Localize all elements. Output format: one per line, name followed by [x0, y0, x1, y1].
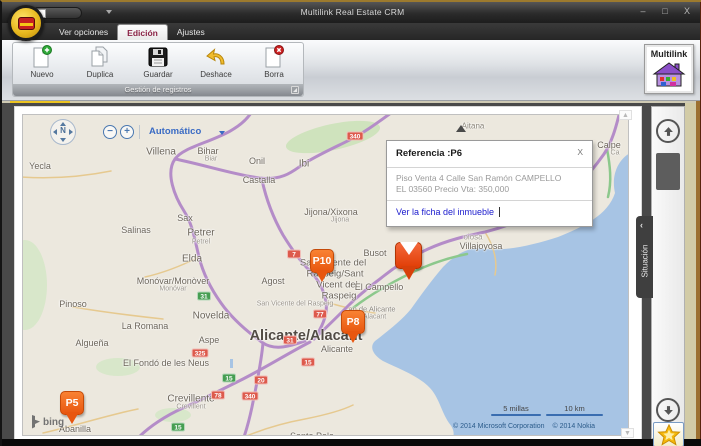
property-infobox: Referencia :P6 X Piso Venta 4 Calle San … [386, 140, 593, 227]
tab-edicion[interactable]: Edición [117, 24, 168, 40]
scroll-down-button[interactable] [656, 398, 680, 422]
property-marker-p8[interactable]: P8 [341, 310, 365, 334]
quick-access-dropdown-icon[interactable] [106, 10, 112, 14]
scroll-up-button[interactable] [656, 119, 680, 143]
maximize-button[interactable]: □ [659, 6, 671, 16]
ribbon-tab-row: Ver opciones Edición Ajustes [2, 23, 701, 40]
borra-button[interactable]: Borra [245, 44, 303, 85]
compass-control[interactable]: N [50, 119, 76, 145]
group-caption: Gestión de registros [13, 84, 303, 96]
nuevo-button[interactable]: Nuevo [13, 44, 71, 85]
new-document-plus-icon [31, 44, 53, 70]
star-icon [656, 423, 681, 446]
ribbon: Nuevo Duplica Guardar Deshace Borra Gest… [2, 40, 701, 101]
situacion-tab-label: Situación [640, 244, 649, 278]
app-logo-icon [17, 16, 35, 30]
duplica-label: Duplica [86, 70, 114, 79]
map-style-dropdown[interactable]: Automático [149, 126, 201, 137]
toolbar-divider [139, 125, 140, 139]
infobox-description: Piso Venta 4 Calle San Ramón CAMPELLO EL… [387, 167, 592, 201]
content-area: Yecla Villena Bihar Biar Onil Ibi Castalla Sax S… [2, 103, 701, 446]
ribbon-group-gestion: Nuevo Duplica Guardar Deshace Borra Gest… [12, 42, 304, 97]
guardar-button[interactable]: Guardar [129, 44, 187, 85]
house-icon [649, 59, 689, 95]
infobox-link[interactable]: Ver la ficha del inmueble [396, 207, 494, 217]
duplicate-document-icon [88, 44, 112, 70]
pan-right-icon [69, 129, 73, 135]
favorite-star-button[interactable] [653, 422, 684, 446]
tab-ajustes[interactable]: Ajustes [168, 24, 214, 40]
property-marker-p5[interactable]: P5 [60, 391, 84, 415]
borra-label: Borra [264, 70, 284, 79]
nuevo-label: Nuevo [30, 70, 54, 79]
text-cursor [499, 207, 501, 217]
bottom-bar [2, 439, 701, 446]
arrow-down-icon [663, 405, 673, 415]
zoom-in-button[interactable]: + [120, 125, 134, 139]
group-caption-label: Gestión de registros [124, 85, 192, 94]
situacion-panel-tab[interactable]: ‹ Situación [636, 216, 653, 298]
app-window: Multilink Real Estate CRM – □ X Ver opci… [0, 0, 701, 446]
mountain-peak-icon [456, 125, 466, 132]
marker-label: P8 [346, 316, 360, 328]
deshace-button[interactable]: Deshace [187, 44, 245, 85]
pan-left-icon [53, 129, 57, 135]
multilink-logo-label: Multilink [650, 49, 688, 59]
scale-miles: 5 millas [491, 404, 541, 416]
scroll-down-chevron-icon[interactable]: ▼ [621, 428, 634, 438]
close-button[interactable]: X [681, 6, 693, 16]
dialog-launcher-icon[interactable] [291, 86, 299, 94]
scale-km: 10 km [546, 404, 603, 416]
delete-document-icon [263, 44, 285, 70]
bing-logo[interactable]: bing [31, 415, 64, 429]
infobox-description-line1: Piso Venta 4 Calle San Ramón CAMPELLO [396, 173, 562, 183]
map-copyright: © 2014 Microsoft Corporation © 2014 Nokia [453, 423, 596, 430]
duplica-button[interactable]: Duplica [71, 44, 129, 85]
infobox-close-button[interactable]: X [577, 147, 583, 157]
arrow-up-icon [663, 126, 673, 136]
undo-arrow-icon [204, 44, 228, 70]
marker-label: P10 [312, 255, 332, 267]
app-menu-orb[interactable] [8, 5, 44, 41]
pan-up-icon [60, 122, 66, 126]
right-border-strip [685, 103, 696, 439]
pan-down-icon [60, 138, 66, 142]
minimize-button[interactable]: – [637, 6, 649, 16]
map-panel: Yecla Villena Bihar Biar Onil Ibi Castalla Sax S… [14, 106, 642, 440]
guardar-label: Guardar [143, 70, 173, 79]
infobox-title: Referencia :P6 [396, 148, 463, 159]
vertical-scrollbar[interactable] [651, 106, 685, 439]
marker-label: P5 [65, 397, 79, 409]
tab-ver-opciones[interactable]: Ver opciones [50, 24, 117, 40]
save-floppy-icon [147, 44, 169, 70]
map-canvas[interactable]: Yecla Villena Bihar Biar Onil Ibi Castalla Sax S… [22, 114, 629, 436]
deshace-label: Deshace [200, 70, 232, 79]
property-marker-p6[interactable]: P6 [395, 242, 422, 269]
scroll-up-chevron-icon[interactable]: ▲ [619, 110, 632, 120]
collapse-chevron-icon: ‹ [640, 220, 643, 230]
bing-icon [32, 415, 40, 429]
multilink-logo-button[interactable]: Multilink [644, 44, 694, 94]
scrollbar-thumb[interactable] [656, 153, 680, 190]
zoom-out-button[interactable]: − [103, 125, 117, 139]
infobox-description-line2: EL 03560 Precio Vta: 350,000 [396, 184, 510, 194]
chevron-down-icon [219, 131, 225, 135]
property-marker-p10[interactable]: P10 [310, 249, 334, 273]
